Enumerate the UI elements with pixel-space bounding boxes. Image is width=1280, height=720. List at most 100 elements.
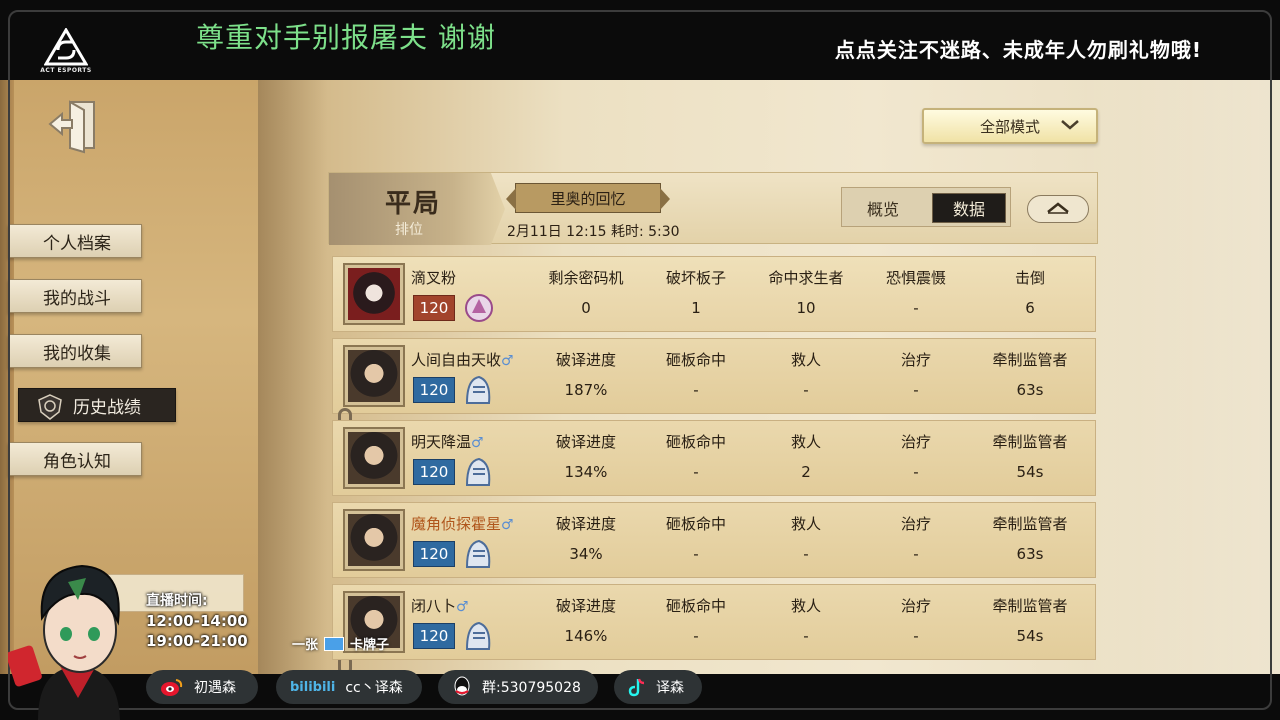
table-row[interactable]: 闭八卜♂ 120 破译进度 砸板命中 救人 治疗 牵制监管者 146% - - … bbox=[332, 584, 1096, 660]
schedule-time: 19:00-21:00 bbox=[146, 632, 248, 650]
light-glow bbox=[1080, 80, 1280, 674]
stat-value: 6 bbox=[1025, 299, 1035, 317]
stream-schedule: 直播时间: 12:00-14:00 19:00-21:00 bbox=[146, 590, 266, 650]
map-name-text: 里奥的回忆 bbox=[550, 189, 626, 208]
table-row[interactable]: 人间自由天收♂ 120 破译进度 砸板命中 救人 治疗 牵制监管者 187% -… bbox=[332, 338, 1096, 414]
stat-label: 命中求生者 bbox=[768, 269, 844, 287]
chevron-down-icon bbox=[1060, 118, 1080, 136]
stat-value: - bbox=[913, 299, 919, 317]
social-label: 群:530795028 bbox=[482, 680, 581, 696]
stat-value: - bbox=[913, 627, 919, 645]
stat-value: 134% bbox=[564, 463, 608, 481]
stat-value: 187% bbox=[564, 381, 608, 399]
helmet-rank-icon bbox=[463, 537, 493, 571]
stat-value: - bbox=[913, 463, 919, 481]
exit-icon[interactable] bbox=[46, 98, 102, 154]
stat-label: 击倒 bbox=[1014, 269, 1045, 287]
table-row[interactable]: 滴叉粉 120 剩余密码机 破坏板子 命中求生者 恐惧震慑 击倒 0 1 10 … bbox=[332, 256, 1096, 332]
stat-label: 治疗 bbox=[900, 351, 931, 369]
logo-text: ACT ESPORTS bbox=[40, 67, 92, 74]
menu-item-label: 历史战绩 bbox=[73, 397, 141, 418]
table-row[interactable]: 魔角侦探霍星♂ 120 破译进度 砸板命中 救人 治疗 牵制监管者 34% - … bbox=[332, 502, 1096, 578]
card-promo: 一张 卡牌子 bbox=[292, 634, 389, 653]
stat-value: 54s bbox=[1016, 463, 1044, 481]
qq-icon bbox=[452, 676, 472, 698]
stat-label: 破坏板子 bbox=[665, 269, 726, 287]
helmet-rank-icon bbox=[463, 619, 493, 653]
stat-value: - bbox=[913, 381, 919, 399]
stat-label: 救人 bbox=[790, 433, 821, 451]
card-promo-suffix: 卡牌子 bbox=[350, 638, 390, 653]
team-logo: ACT ESPORTS bbox=[38, 28, 94, 80]
helmet-rank-icon bbox=[463, 455, 493, 489]
menu-item-label: 我的收集 bbox=[43, 343, 111, 364]
table-row[interactable]: 明天降温♂ 120 破译进度 砸板命中 救人 治疗 牵制监管者 134% - 2… bbox=[332, 420, 1096, 496]
tab-overview[interactable]: 概览 bbox=[846, 193, 920, 223]
avatar bbox=[343, 345, 405, 407]
bilibili-icon: bilibili bbox=[290, 679, 336, 695]
stat-label: 治疗 bbox=[900, 515, 931, 533]
player-name: 闭八卜♂ bbox=[411, 597, 469, 615]
streamer-avatar bbox=[6, 548, 148, 720]
gender-icon: ♂ bbox=[501, 353, 514, 369]
player-name: 人间自由天收♂ bbox=[411, 351, 514, 369]
menu-item-battles[interactable]: 我的战斗 bbox=[8, 279, 142, 313]
stat-label: 救人 bbox=[790, 597, 821, 615]
stat-value: - bbox=[693, 381, 699, 399]
stat-label: 破译进度 bbox=[555, 351, 616, 369]
stat-value: 2 bbox=[801, 463, 811, 481]
match-result: 平局 bbox=[385, 189, 442, 219]
social-label: 初遇森 bbox=[194, 680, 236, 696]
menu-item-character[interactable]: 角色认知 bbox=[8, 442, 142, 476]
stat-value: - bbox=[803, 381, 809, 399]
stat-label: 砸板命中 bbox=[665, 433, 726, 451]
level-badge: 120 bbox=[413, 623, 455, 649]
menu-item-history[interactable]: 历史战绩 bbox=[18, 388, 176, 422]
view-tabs: 概览 数据 bbox=[841, 187, 1011, 227]
logo-icon bbox=[44, 28, 88, 66]
social-bilibili[interactable]: bilibili cc丶译森 bbox=[276, 670, 422, 704]
social-tiktok[interactable]: 译森 bbox=[614, 670, 702, 704]
banner-right: 点点关注不迷路、未成年人勿刷礼物哦! bbox=[834, 38, 1202, 62]
stat-label: 恐惧震慑 bbox=[885, 269, 946, 287]
avatar bbox=[343, 263, 405, 325]
stat-value: 146% bbox=[564, 627, 608, 645]
social-label: 译森 bbox=[656, 680, 684, 696]
level-badge: 120 bbox=[413, 541, 455, 567]
menu-item-collection[interactable]: 我的收集 bbox=[8, 334, 142, 368]
tab-data[interactable]: 数据 bbox=[932, 193, 1006, 223]
menu-item-label: 个人档案 bbox=[43, 233, 111, 254]
stat-value: - bbox=[803, 627, 809, 645]
avatar bbox=[343, 427, 405, 489]
stat-value: 63s bbox=[1016, 545, 1044, 563]
stat-label: 治疗 bbox=[900, 597, 931, 615]
stat-value: 63s bbox=[1016, 381, 1044, 399]
stat-value: 10 bbox=[796, 299, 816, 317]
stat-label: 破译进度 bbox=[555, 515, 616, 533]
mode-dropdown-value: 全部模式 bbox=[979, 117, 1040, 136]
helmet-rank-icon bbox=[463, 373, 493, 407]
banner-left: 尊重对手别报屠夫 谢谢 bbox=[196, 21, 496, 54]
gender-icon: ♂ bbox=[456, 599, 469, 615]
stat-value: 34% bbox=[569, 545, 603, 563]
hunter-rank-icon bbox=[463, 291, 493, 325]
social-weibo[interactable]: 初遇森 bbox=[146, 670, 258, 704]
menu-item-profile[interactable]: 个人档案 bbox=[8, 224, 142, 258]
stat-label: 救人 bbox=[790, 515, 821, 533]
stat-label: 砸板命中 bbox=[665, 515, 726, 533]
card-icon bbox=[324, 636, 345, 651]
mode-dropdown[interactable]: 全部模式 bbox=[922, 108, 1098, 144]
social-qq[interactable]: 群:530795028 bbox=[438, 670, 598, 704]
player-name: 滴叉粉 bbox=[411, 269, 457, 287]
shield-icon bbox=[37, 394, 63, 425]
weibo-icon bbox=[160, 677, 184, 697]
stat-value: - bbox=[803, 545, 809, 563]
level-badge: 120 bbox=[413, 295, 455, 321]
stat-label: 牵制监管者 bbox=[992, 351, 1068, 369]
player-name: 明天降温♂ bbox=[411, 433, 484, 451]
gender-icon: ♂ bbox=[471, 435, 484, 451]
social-label: cc丶译森 bbox=[345, 680, 403, 696]
chevron-up-icon bbox=[1044, 200, 1072, 219]
player-name: 魔角侦探霍星♂ bbox=[411, 515, 514, 533]
collapse-button[interactable] bbox=[1027, 195, 1089, 223]
